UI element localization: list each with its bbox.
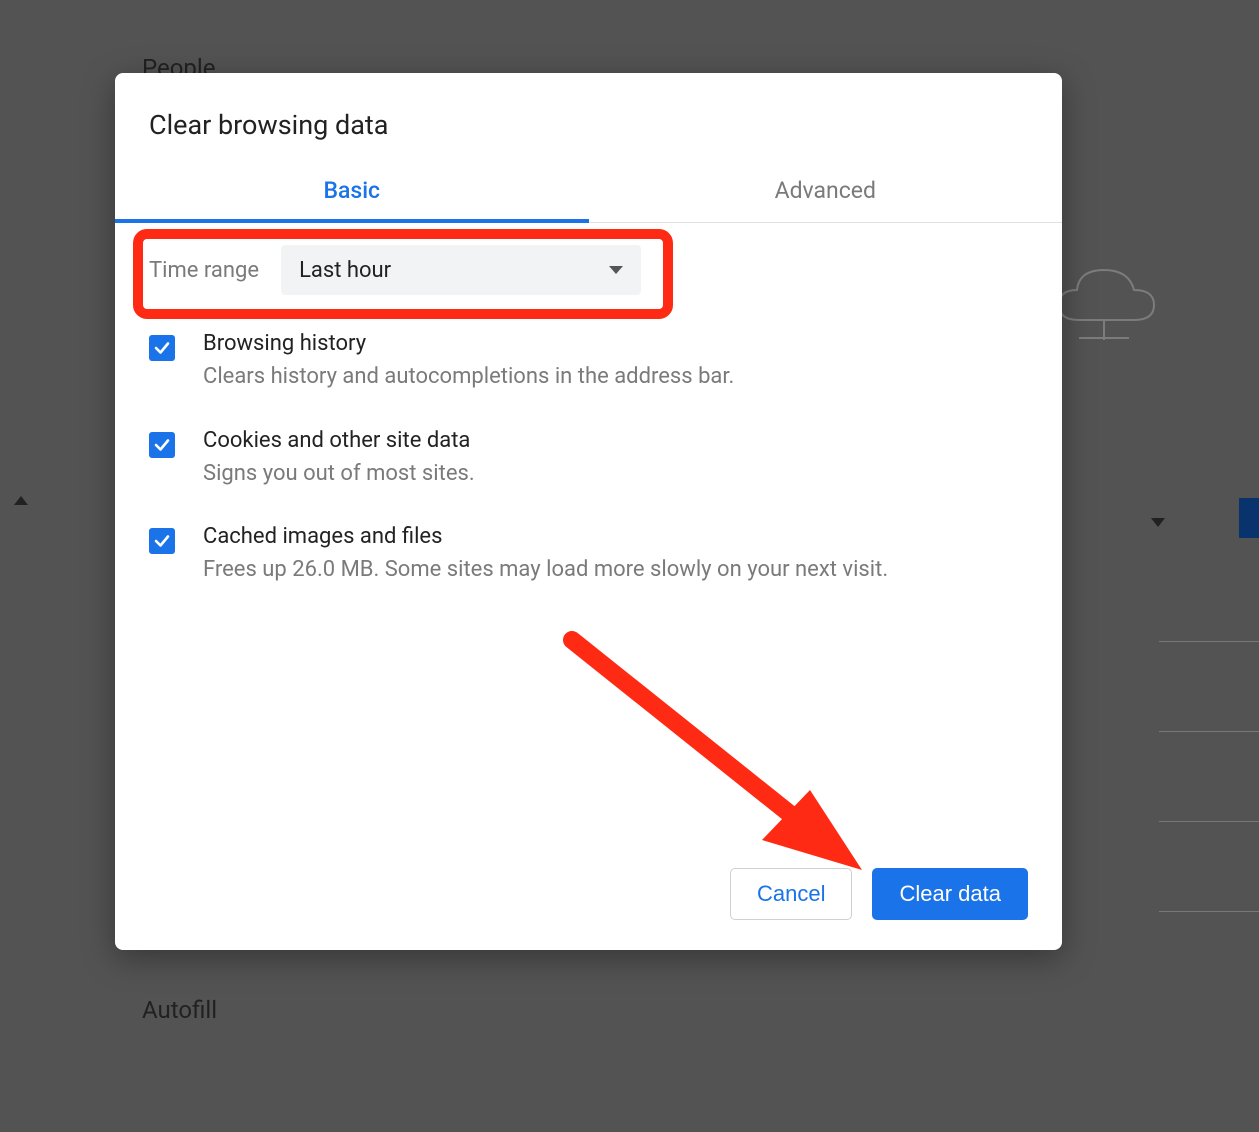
- clear-browsing-data-dialog: Clear browsing data Basic Advanced Time …: [115, 73, 1062, 950]
- cancel-button[interactable]: Cancel: [730, 868, 852, 920]
- clear-data-button[interactable]: Clear data: [872, 868, 1028, 920]
- time-range-label: Time range: [149, 258, 259, 283]
- dialog-footer: Cancel Clear data: [115, 842, 1062, 950]
- time-range-value: Last hour: [299, 258, 391, 283]
- cancel-button-label: Cancel: [757, 881, 825, 906]
- option-cookies-title: Cookies and other site data: [203, 428, 1028, 453]
- option-cookies-desc: Signs you out of most sites.: [203, 459, 1028, 489]
- dialog-title: Clear browsing data: [115, 73, 1062, 165]
- checkbox-cookies[interactable]: [149, 432, 175, 458]
- checkbox-browsing-history[interactable]: [149, 335, 175, 361]
- tab-advanced[interactable]: Advanced: [589, 165, 1063, 222]
- time-range-select[interactable]: Last hour: [281, 245, 641, 295]
- option-cookies: Cookies and other site data Signs you ou…: [149, 410, 1028, 507]
- dialog-content: Time range Last hour Browsing history Cl…: [115, 223, 1062, 842]
- tab-basic-label: Basic: [323, 177, 380, 204]
- tab-advanced-label: Advanced: [775, 177, 876, 204]
- dialog-tabs: Basic Advanced: [115, 165, 1062, 223]
- check-icon: [153, 339, 171, 357]
- checkbox-cache[interactable]: [149, 528, 175, 554]
- clear-data-button-label: Clear data: [899, 881, 1001, 906]
- tab-basic[interactable]: Basic: [115, 165, 589, 222]
- option-browsing-history-desc: Clears history and autocompletions in th…: [203, 362, 1028, 392]
- time-range-row: Time range Last hour: [149, 223, 1028, 313]
- chevron-down-icon: [609, 266, 623, 274]
- check-icon: [153, 532, 171, 550]
- check-icon: [153, 436, 171, 454]
- option-browsing-history-title: Browsing history: [203, 331, 1028, 356]
- option-cache: Cached images and files Frees up 26.0 MB…: [149, 506, 1028, 603]
- option-cache-desc: Frees up 26.0 MB. Some sites may load mo…: [203, 555, 1028, 585]
- option-cache-title: Cached images and files: [203, 524, 1028, 549]
- option-browsing-history: Browsing history Clears history and auto…: [149, 313, 1028, 410]
